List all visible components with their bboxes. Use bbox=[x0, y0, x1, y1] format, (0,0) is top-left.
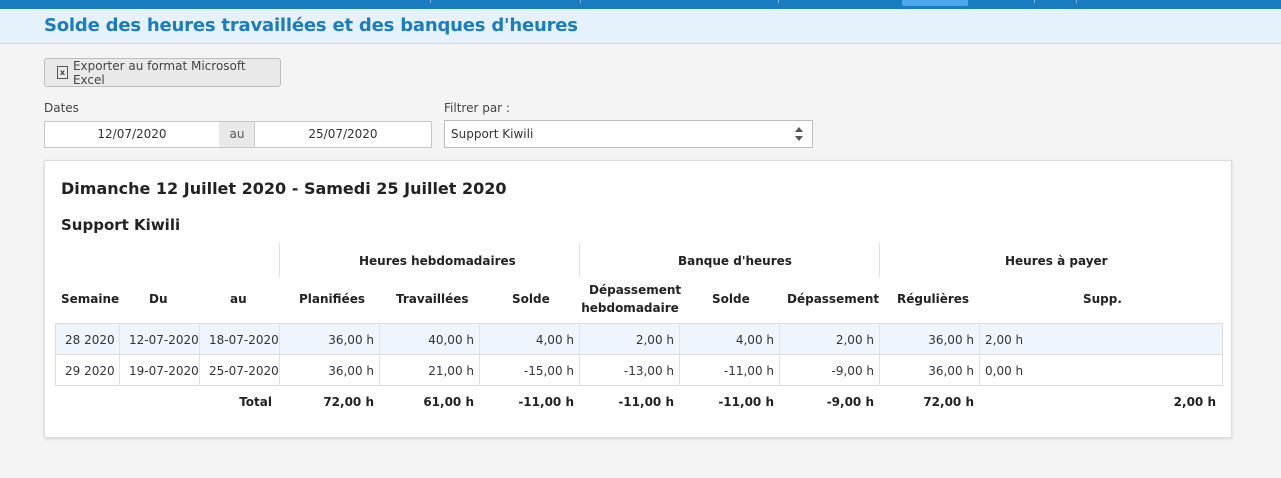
date-range-separator: au bbox=[219, 121, 255, 148]
total-banque-solde: -11,00 h bbox=[718, 395, 774, 409]
group-divider bbox=[279, 243, 280, 277]
row-divider bbox=[55, 323, 1223, 324]
cell-divider bbox=[119, 323, 120, 385]
select-arrows-icon bbox=[795, 127, 803, 141]
group-header-payer: Heures à payer bbox=[1005, 254, 1108, 268]
filter-label: Filtrer par : bbox=[444, 101, 510, 115]
row1-au: 18-07-2020 bbox=[209, 333, 279, 347]
report-period: Dimanche 12 Juillet 2020 - Samedi 25 Jui… bbox=[61, 179, 507, 198]
date-to-input[interactable]: 25/07/2020 bbox=[254, 121, 432, 148]
row1-dep-hebdo: 2,00 h bbox=[635, 333, 674, 347]
row2-dep-hebdo: -13,00 h bbox=[623, 364, 674, 378]
filter-select-value: Support Kiwili bbox=[451, 127, 534, 141]
report-card: Dimanche 12 Juillet 2020 - Samedi 25 Jui… bbox=[44, 160, 1232, 438]
nav-tab-active[interactable] bbox=[902, 0, 968, 6]
total-travaillees: 61,00 h bbox=[423, 395, 474, 409]
total-regulieres: 72,00 h bbox=[923, 395, 974, 409]
row1-regulieres: 36,00 h bbox=[928, 333, 974, 347]
group-header-banque: Banque d'heures bbox=[678, 254, 792, 268]
nav-separator bbox=[430, 0, 431, 3]
col-supp: Supp. bbox=[1083, 292, 1122, 306]
row1-supp: 2,00 h bbox=[985, 333, 1024, 347]
row1-du: 12-07-2020 bbox=[129, 333, 199, 347]
row2-supp: 0,00 h bbox=[985, 364, 1024, 378]
row-divider bbox=[55, 385, 1223, 386]
col-travaillees: Travaillées bbox=[396, 292, 469, 306]
col-du: Du bbox=[149, 292, 168, 306]
row1-banque-solde: 4,00 h bbox=[735, 333, 774, 347]
col-planifiees: Planifiées bbox=[299, 292, 365, 306]
nav-separator bbox=[580, 0, 581, 3]
row2-au: 25-07-2020 bbox=[209, 364, 279, 378]
filter-select[interactable]: Support Kiwili bbox=[444, 120, 813, 148]
col-semaine: Semaine bbox=[61, 292, 120, 306]
row-border bbox=[55, 323, 56, 385]
total-banque-dep: -9,00 h bbox=[826, 395, 874, 409]
row1-planifiees: 36,00 h bbox=[328, 333, 374, 347]
nav-separator bbox=[1076, 0, 1077, 3]
row2-travaillees: 21,00 h bbox=[428, 364, 474, 378]
top-nav-bar bbox=[0, 0, 1281, 9]
row2-banque-solde: -11,00 h bbox=[723, 364, 774, 378]
cell-divider bbox=[979, 323, 980, 385]
row2-semaine: 29 2020 bbox=[65, 364, 115, 378]
report-group-title: Support Kiwili bbox=[61, 216, 181, 234]
row2-solde: -15,00 h bbox=[523, 364, 574, 378]
row2-planifiees: 36,00 h bbox=[328, 364, 374, 378]
total-dep-hebdo: -11,00 h bbox=[618, 395, 674, 409]
total-label: Total bbox=[239, 395, 272, 409]
col-depassement-hebdo-line1: Dépassement bbox=[589, 283, 682, 297]
col-solde: Solde bbox=[512, 292, 550, 306]
group-divider bbox=[879, 243, 880, 277]
page-title: Solde des heures travaillées et des banq… bbox=[44, 15, 578, 36]
col-au: au bbox=[230, 292, 247, 306]
total-supp: 2,00 h bbox=[1173, 395, 1216, 409]
cell-divider bbox=[199, 323, 200, 385]
row2-banque-dep: -9,00 h bbox=[831, 364, 874, 378]
dates-label: Dates bbox=[44, 101, 79, 115]
export-excel-button[interactable]: x Exporter au format Microsoft Excel bbox=[44, 58, 281, 87]
date-from-input[interactable]: 12/07/2020 bbox=[44, 121, 220, 148]
col-regulieres: Régulières bbox=[897, 292, 970, 306]
nav-separator bbox=[778, 0, 779, 3]
total-solde: -11,00 h bbox=[518, 395, 574, 409]
title-bar: Solde des heures travaillées et des banq… bbox=[0, 9, 1281, 44]
row1-travaillees: 40,00 h bbox=[428, 333, 474, 347]
group-header-hebdo: Heures hebdomadaires bbox=[359, 254, 516, 268]
row2-du: 19-07-2020 bbox=[129, 364, 199, 378]
export-button-label: Exporter au format Microsoft Excel bbox=[72, 58, 246, 87]
row2-regulieres: 36,00 h bbox=[928, 364, 974, 378]
row-divider bbox=[55, 354, 1223, 355]
total-planifiees: 72,00 h bbox=[323, 395, 374, 409]
row1-solde: 4,00 h bbox=[535, 333, 574, 347]
col-banque-solde: Solde bbox=[712, 292, 750, 306]
row-border bbox=[1222, 323, 1223, 385]
col-depassement-hebdo-line2: hebdomadaire bbox=[581, 301, 679, 315]
excel-file-icon: x bbox=[57, 66, 68, 79]
row1-banque-dep: 2,00 h bbox=[835, 333, 874, 347]
group-divider bbox=[579, 243, 580, 277]
col-banque-depassement: Dépassement bbox=[787, 292, 880, 306]
row1-semaine: 28 2020 bbox=[65, 333, 115, 347]
nav-separator bbox=[1034, 0, 1035, 3]
